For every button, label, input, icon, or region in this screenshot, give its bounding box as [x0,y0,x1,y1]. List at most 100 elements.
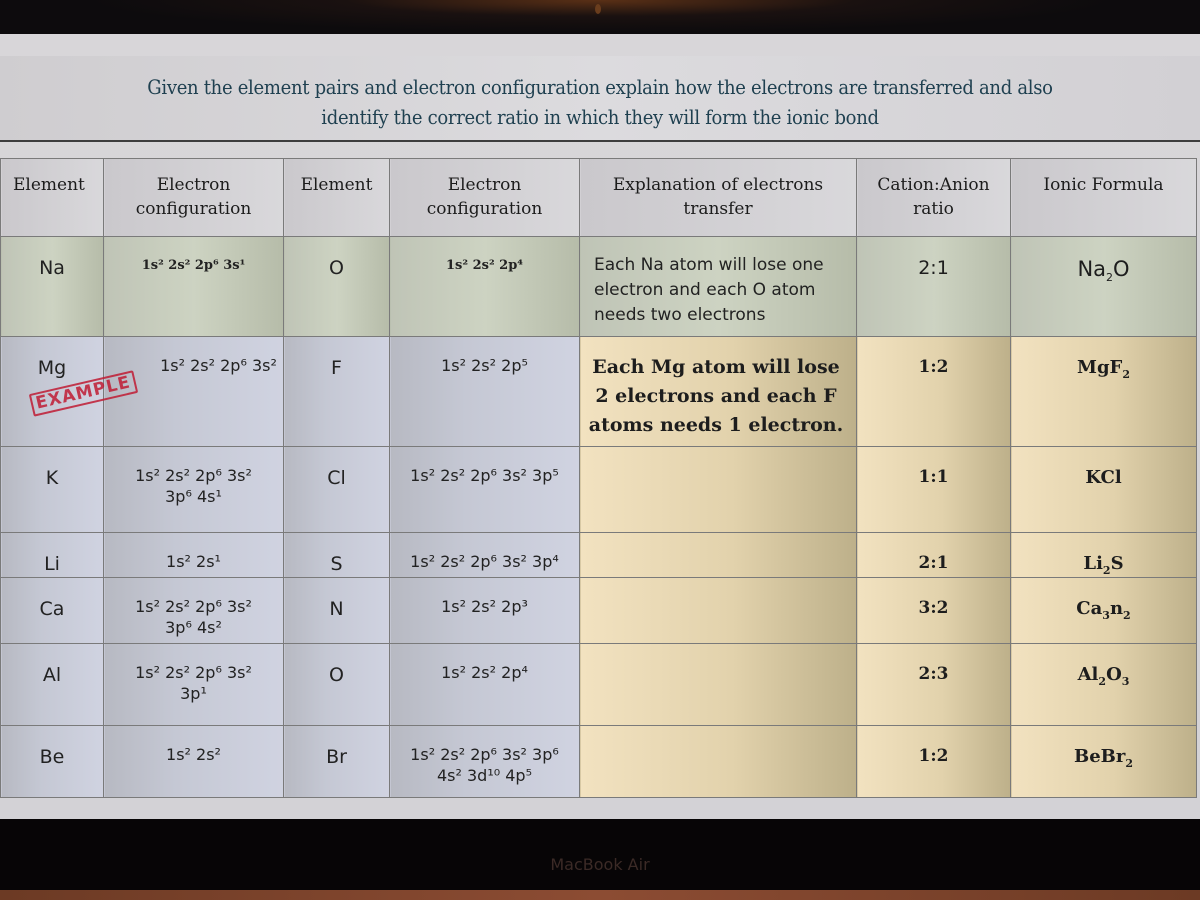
config-1-line: 1s² 2s² 2p⁶ 3s² [135,466,252,485]
cell-explanation [579,725,857,798]
header-element-2: Element [283,158,390,237]
formula-symbol: BeBr [1073,746,1126,767]
cell-config-1: 1s² 2s¹ [103,532,284,578]
cell-formula: KCl [1010,446,1197,533]
header-config-1-line1: Electron [156,175,231,195]
element-2-symbol: Br [326,746,347,768]
formula-subscript: 2 [1098,675,1107,688]
cell-explanation: Each Na atom will lose one electron and e… [579,236,857,337]
explanation-line: Each Mg atom will lose [592,356,840,378]
config-2-line: 1s² 2s² 2p⁴ [441,663,528,682]
cell-config-1: 1s² 2s² [103,725,284,798]
ratio-value: 1:2 [918,357,949,377]
explanation-line: needs two electrons [594,305,766,325]
cell-config-2: 1s² 2s² 2p⁴ [389,643,580,726]
header-formula: Ionic Formula [1010,158,1197,237]
table-row: Ca 1s² 2s² 2p⁶ 3s² 3p⁶ 4s² N 1s² 2s² 2p³ 3:2 C… [0,577,1197,644]
formula-subscript: 2 [1102,564,1111,577]
cell-element-1: K [0,446,104,533]
formula-symbol: Na [1077,257,1107,281]
config-2-line: 1s² 2s² 2p³ [441,597,528,616]
header-explanation-line2: transfer [683,199,753,219]
element-1-symbol: Li [44,553,60,575]
formula-subscript: 3 [1121,675,1130,688]
config-2-line: 1s² 2s² 2p⁶ 3s² 3p⁵ [410,466,559,485]
cell-config-1: 1s² 2s² 2p⁶ 3s² 3p¹ [103,643,284,726]
cell-config-2: 1s² 2s² 2p⁶ 3s² 3p⁴ [389,532,580,578]
header-element-1: Element [0,158,104,237]
formula-subscript: 2 [1122,368,1130,381]
cell-config-2: 1s² 2s² 2p³ [389,577,580,644]
element-1-symbol: K [45,467,59,489]
camera-icon [595,4,601,14]
config-2-line: 1s² 2s² 2p⁶ 3s² 3p⁶ [410,745,559,764]
cell-config-1: 1s² 2s² 2p⁶ 3s¹ [103,236,284,337]
title-line-1: Given the element pairs and electron con… [147,75,1053,99]
cell-formula: MgF2 [1010,336,1197,447]
worksheet-title: Given the element pairs and electron con… [0,72,1200,132]
element-2-symbol: F [331,357,342,379]
cell-element-1: Li [0,532,104,578]
table-row: Be 1s² 2s² Br 1s² 2s² 2p⁶ 3s² 3p⁶ 4s² 3d¹⁰ 4… [0,725,1197,798]
table-row: Na 1s² 2s² 2p⁶ 3s¹ O 1s² 2s² 2p⁴ Each Na ato… [0,236,1197,337]
config-2-line: 1s² 2s² 2p⁶ 3s² 3p⁴ [410,552,559,571]
ionic-formula: Li2S [1083,553,1124,577]
config-1-line: 1s² 2s¹ [166,552,221,571]
header-config-1-line2: configuration [135,199,252,219]
config-1-line: 1s² 2s² 2p⁶ 3s² [135,663,252,682]
ratio-value: 3:2 [918,598,949,618]
ratio-value: 2:1 [918,257,949,279]
table-body: Na 1s² 2s² 2p⁶ 3s¹ O 1s² 2s² 2p⁴ Each Na ato… [0,236,1197,798]
ionic-formula: BeBr2 [1073,746,1134,770]
table-row: Mg 1s² 2s² 2p⁶ 3s² F 1s² 2s² 2p⁵ Each Mg ato… [0,336,1197,447]
cell-explanation [579,532,857,578]
cell-element-1: Al [0,643,104,726]
explanation-line: electron and each O atom [594,280,816,300]
explanation-line: 2 electrons and each F [595,385,837,407]
cell-formula: BeBr2 [1010,725,1197,798]
config-2-line: 1s² 2s² 2p⁴ [446,258,523,273]
formula-symbol: KCl [1085,467,1122,488]
config-2-line: 1s² 2s² 2p⁵ [441,356,528,375]
cell-ratio: 1:2 [856,725,1011,798]
header-explanation: Explanation of electrons transfer [579,158,857,237]
laptop-bottom-bezel: MacBook Air [0,819,1200,900]
formula-subscript: 2 [1125,757,1134,770]
formula-symbol: Al [1077,664,1099,685]
cell-config-2: 1s² 2s² 2p⁴ [389,236,580,337]
header-explanation-line1: Explanation of electrons [612,175,824,195]
ratio-value: 1:1 [918,467,949,487]
cell-ratio: 2:1 [856,532,1011,578]
cell-element-2: S [283,532,390,578]
cell-element-2: Cl [283,446,390,533]
formula-subscript: 2 [1123,609,1131,622]
explanation-line: atoms needs 1 electron. [588,414,844,436]
ionic-formula: KCl [1085,467,1121,488]
cell-ratio: 2:1 [856,236,1011,337]
config-1-line: 1s² 2s² 2p⁶ 3s² [135,597,252,616]
explanation-line: Each Na atom will lose one [594,255,824,275]
element-1-symbol: Ca [39,598,65,620]
ratio-value: 1:2 [918,746,949,766]
config-1-line: 3p⁶ 4s¹ [165,487,222,506]
cell-element-2: Br [283,725,390,798]
formula-subscript: 3 [1102,609,1110,622]
laptop-hinge [0,890,1200,900]
cell-config-2: 1s² 2s² 2p⁶ 3s² 3p⁶ 4s² 3d¹⁰ 4p⁵ [389,725,580,798]
header-config-2: Electron configuration [389,158,580,237]
formula-symbol: Ca [1076,598,1103,619]
cell-explanation [579,643,857,726]
formula-symbol: O [1113,257,1130,281]
element-1-symbol: Na [39,257,65,279]
config-1-line: 3p⁶ 4s² [165,618,222,637]
formula-symbol: S [1110,553,1124,574]
cell-ratio: 3:2 [856,577,1011,644]
cell-config-1: 1s² 2s² 2p⁶ 3s² 3p⁶ 4s² [103,577,284,644]
ionic-formula: Ca3n2 [1076,598,1131,622]
cell-element-2: O [283,236,390,337]
cell-explanation [579,577,857,644]
cell-element-2: F [283,336,390,447]
cell-config-2: 1s² 2s² 2p⁶ 3s² 3p⁵ [389,446,580,533]
config-1-line: 3p¹ [180,684,207,703]
table-row: Al 1s² 2s² 2p⁶ 3s² 3p¹ O 1s² 2s² 2p⁴ 2:3 Al2O3 [0,643,1197,726]
